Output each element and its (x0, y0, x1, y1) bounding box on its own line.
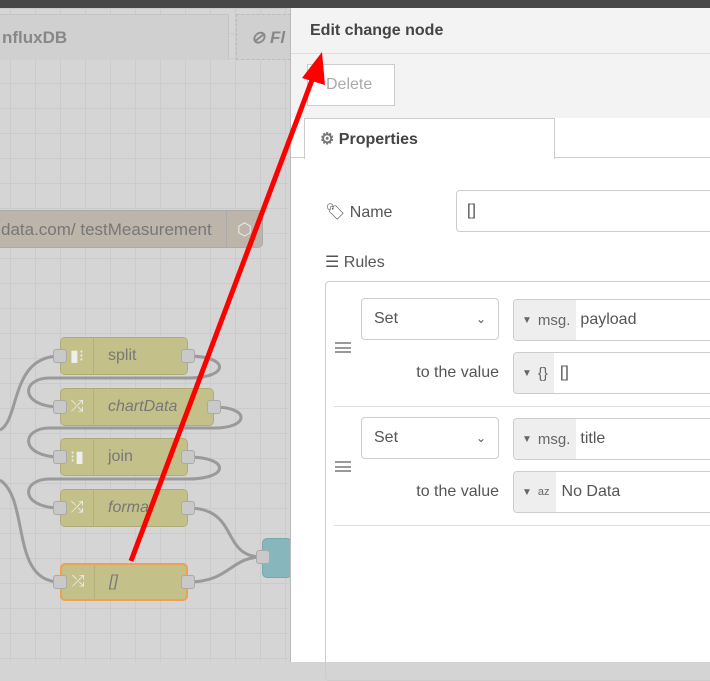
annotation-arrow (128, 52, 325, 562)
arrow-head (302, 52, 325, 85)
arrow-shaft (128, 79, 315, 562)
